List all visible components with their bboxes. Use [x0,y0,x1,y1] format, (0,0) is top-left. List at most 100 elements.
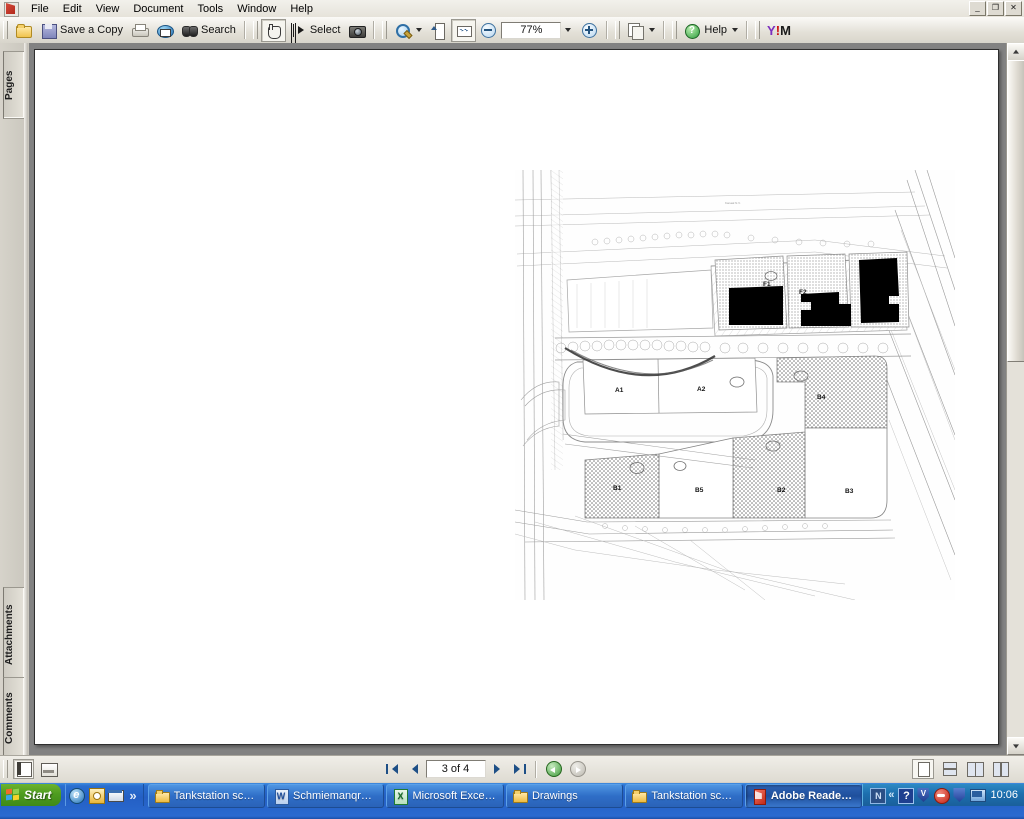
fit-width-icon [455,22,473,39]
toolbar-grip[interactable] [3,21,8,39]
navtab-comments[interactable]: Comments [3,677,25,759]
menu-file[interactable]: File [24,1,56,17]
tray-antivirus-shield-icon[interactable] [916,788,930,802]
chevron-down-icon[interactable] [732,28,739,32]
fit-width-button[interactable] [451,18,477,42]
toolbar-grip[interactable] [755,21,761,39]
navtab-pages[interactable]: Pages [3,51,25,119]
single-page-layout-button[interactable] [912,759,934,779]
next-view-button[interactable] [569,761,586,777]
adobe-reader-logo-icon [3,1,19,17]
toolbar-grip[interactable] [252,21,258,39]
plot-label-B4: B4 [817,394,826,401]
toolbar-grip[interactable] [615,21,621,39]
media-player-icon[interactable] [88,787,106,804]
adobe-reader-window: File Edit View Document Tools Window Hel… [0,0,1024,819]
toolbar-separator [243,21,246,39]
chevron-down-icon[interactable] [649,28,656,32]
hand-icon [265,22,282,39]
menu-window[interactable]: Window [230,1,283,17]
zoom-dropdown-chevron-icon[interactable] [565,28,572,32]
menu-document[interactable]: Document [126,1,190,17]
vertical-scrollbar[interactable] [1006,43,1024,755]
statusbar-grip[interactable] [3,760,8,778]
start-button[interactable]: Start [1,784,62,806]
previous-page-button[interactable] [404,760,426,778]
vertical-scroll-thumb[interactable] [1007,60,1024,362]
windows-flag-icon [6,788,20,802]
next-page-button[interactable] [486,760,508,778]
navtab-attachments[interactable]: Attachments [3,587,25,683]
toolbar-grip[interactable] [672,21,678,39]
navpane-splitter[interactable] [24,43,28,755]
zoom-tool-button[interactable] [390,19,426,42]
minimize-button[interactable]: _ [969,1,986,16]
scroll-up-button[interactable] [1007,43,1024,61]
last-page-button[interactable] [508,760,530,778]
taskbar-item-label: Microsoft Excel - LPG Sc... [412,790,496,802]
taskbar-item[interactable]: Microsoft Excel - LPG Sc... [386,784,504,808]
show-navigation-pane-button[interactable] [13,759,34,779]
restore-button[interactable]: ❐ [987,1,1004,16]
facing-layout-button[interactable] [964,759,986,779]
menu-tools[interactable]: Tools [191,1,231,17]
previous-view-button[interactable] [545,761,562,777]
taskbar-item-label: Schmiemanqra - Microso... [293,790,377,802]
email-button[interactable] [152,19,177,42]
menu-edit[interactable]: Edit [56,1,89,17]
toolbar-grip[interactable] [382,21,388,39]
window-controls: _ ❐ ✕ [969,1,1022,16]
toolbar-separator [606,21,609,39]
first-page-button[interactable] [382,760,404,778]
menu-help[interactable]: Help [283,1,320,17]
quick-launch-overflow-chevron-icon[interactable]: » [126,788,139,803]
search-button[interactable]: Search [177,19,240,42]
tray-display-icon[interactable] [970,788,987,802]
acrobat-icon [752,789,766,805]
zoom-level-input[interactable]: 77% [501,21,562,39]
tray-security-shield-icon[interactable] [952,788,966,802]
snapshot-tool-button[interactable] [344,19,369,42]
internet-explorer-icon[interactable] [69,787,86,804]
menu-view[interactable]: View [89,1,127,17]
document-pane[interactable]: Kanaal N.V. F1 F2 A1 A2 B4 B3 B2 B5 B1 [29,43,1007,755]
continuous-facing-layout-button[interactable] [990,759,1012,779]
taskbar-item[interactable]: Schmiemanqra - Microso... [267,784,385,808]
hand-tool-button[interactable] [260,18,286,42]
page-tools-button[interactable] [623,19,659,42]
taskbar-item[interactable]: Tankstation schmieman ... [147,784,266,808]
last-page-bar-icon [523,764,526,774]
show-toolbars-button[interactable] [38,759,59,779]
open-folder-icon [15,22,32,39]
taskbar-item-active[interactable]: Adobe Reader - [QRA... [744,784,863,808]
select-tool-button[interactable]: Select [286,19,345,42]
zoom-out-button[interactable] [476,19,501,42]
yahoo-toolbar-button[interactable]: Y! M [763,19,794,42]
print-icon [131,22,149,39]
page-number-input[interactable]: 3 of 4 [425,760,486,778]
tray-alert-icon[interactable] [934,788,951,804]
chevron-down-icon[interactable] [416,28,423,32]
fit-page-button[interactable] [426,19,451,42]
open-button[interactable] [11,19,36,42]
yahoo-bang-glyph: ! [775,22,780,38]
continuous-layout-button[interactable] [938,759,960,779]
zoom-in-icon [581,22,598,39]
first-page-bar-icon [385,764,388,774]
save-a-copy-button[interactable]: Save a Copy [36,19,127,42]
search-label: Search [200,24,236,36]
tray-help-icon[interactable] [898,788,915,804]
taskbar-clock[interactable]: 10:06 [990,789,1018,801]
tray-expand-chevron-icon[interactable]: « [888,789,894,801]
taskbar-item[interactable]: Drawings [505,784,624,808]
print-button[interactable] [127,19,152,42]
zoom-in-button[interactable] [577,19,602,42]
show-desktop-icon[interactable] [107,787,125,803]
tray-network-icon[interactable] [870,788,887,804]
close-button[interactable]: ✕ [1005,1,1022,16]
scroll-down-button[interactable] [1007,737,1024,755]
help-button[interactable]: Help [680,19,742,42]
taskbar-item[interactable]: Tankstation schmieman ... [625,784,743,808]
last-page-arrow-icon [513,764,520,774]
taskbar-item-label: Tankstation schmieman ... [651,790,736,802]
